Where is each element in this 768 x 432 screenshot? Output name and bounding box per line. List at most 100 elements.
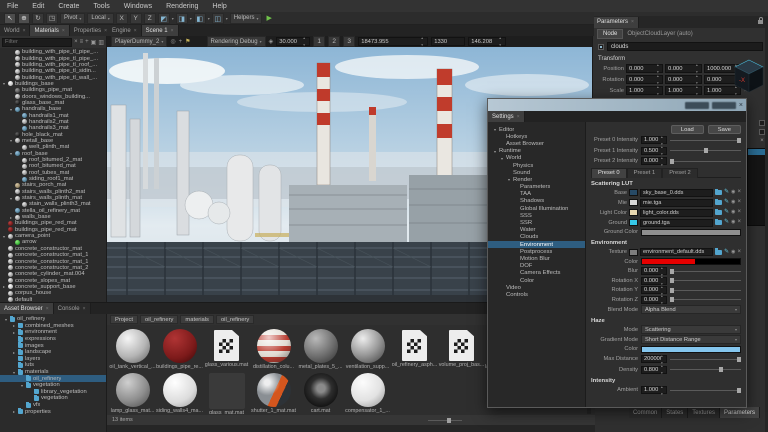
tree-caret-icon[interactable]: ▸ xyxy=(12,330,16,335)
folder-icon[interactable] xyxy=(715,210,722,215)
gradient-mode-select[interactable]: Short Distance Range▾ xyxy=(641,335,741,344)
clear-icon[interactable]: × xyxy=(737,189,741,196)
spinner-icon[interactable] xyxy=(661,355,665,363)
asset-tree-item[interactable]: oil_refinery xyxy=(0,375,106,382)
settings-tree-item[interactable]: Asset Browser xyxy=(488,140,585,147)
spinner-icon[interactable] xyxy=(661,147,665,155)
clear-icon[interactable]: × xyxy=(737,199,741,206)
asset-thumbnail[interactable]: buildings_pipe_re... xyxy=(156,327,203,371)
camera-focus-icon[interactable]: ◎ xyxy=(170,38,175,45)
panel-tab[interactable]: Properties× xyxy=(70,25,112,36)
asset-tree-item[interactable]: vfx xyxy=(0,402,106,409)
asset-tree-item[interactable]: layers xyxy=(0,356,106,363)
filter-input[interactable] xyxy=(2,38,72,47)
delete-material-icon[interactable]: ▥ xyxy=(98,39,104,46)
edit-icon[interactable]: ✎ xyxy=(724,199,729,206)
haze-mode-select[interactable]: Scattering▾ xyxy=(641,325,741,334)
asset-thumbnail[interactable]: shutter_1_mat.mat xyxy=(250,371,297,414)
settings-tree-item[interactable]: SSR xyxy=(488,219,585,226)
clear-icon[interactable]: × xyxy=(737,209,741,216)
tab-parameters[interactable]: Parameters× xyxy=(593,17,639,28)
asset-tree-item[interactable]: ▸ combined_meshes xyxy=(0,323,106,330)
folder-icon[interactable] xyxy=(715,200,722,205)
tree-caret-icon[interactable]: ▾ xyxy=(2,234,6,239)
slider-handle[interactable] xyxy=(704,148,708,153)
asset-tree-item[interactable]: luts xyxy=(0,362,106,369)
tree-caret-icon[interactable]: ▾ xyxy=(9,107,13,112)
close-icon[interactable]: × xyxy=(631,19,634,25)
asset-tree-item[interactable]: ▾ materials xyxy=(0,369,106,376)
slider[interactable] xyxy=(670,157,741,165)
edit-icon[interactable]: ✎ xyxy=(724,209,729,216)
menu-item[interactable]: Rendering xyxy=(159,3,205,10)
spinner-icon[interactable] xyxy=(661,296,665,304)
slider-value-field[interactable]: 0.000 xyxy=(641,157,667,165)
settings-titlebar[interactable]: × xyxy=(488,99,746,111)
preset-tab[interactable]: Preset 2 xyxy=(662,168,698,178)
clear-filter-icon[interactable]: × xyxy=(74,39,78,45)
close-icon[interactable]: × xyxy=(171,28,174,34)
rotate-tool-icon[interactable]: ↻ xyxy=(32,13,44,24)
menu-item[interactable]: Tools xyxy=(86,3,116,10)
save-button[interactable]: Save xyxy=(708,125,741,134)
asset-tree-item[interactable]: vegetation xyxy=(0,395,106,402)
settings-tree-item[interactable]: ▾ Runtime xyxy=(488,148,585,155)
slider[interactable] xyxy=(670,277,741,285)
settings-tree-item[interactable]: Clouds xyxy=(488,234,585,241)
slider[interactable] xyxy=(670,355,741,363)
breadcrumb-item[interactable]: Project xyxy=(110,315,138,324)
viewport-tab[interactable]: Scene 1× xyxy=(142,25,179,36)
clear-icon[interactable]: × xyxy=(760,138,764,145)
asset-thumbnail[interactable]: lamp_glass_mat... xyxy=(109,371,156,414)
snap-surface-icon[interactable]: ◩ xyxy=(158,13,170,24)
tab-node[interactable]: Node xyxy=(597,29,623,39)
tree-caret-icon[interactable]: ▸ xyxy=(12,409,16,414)
select-tool-icon[interactable]: ↖ xyxy=(4,13,16,24)
settings-tree-item[interactable]: Video xyxy=(488,284,585,291)
close-icon[interactable]: × xyxy=(62,28,65,34)
edit-icon[interactable]: ✎ xyxy=(724,249,729,256)
speed-preset-button[interactable]: 3 xyxy=(343,36,355,47)
asset-thumbnail[interactable]: glass_various.mat xyxy=(203,327,250,371)
snap-vertex-icon[interactable]: ◧ xyxy=(194,13,206,24)
speed-preset-button[interactable]: 1 xyxy=(313,36,325,47)
settings-tree-item[interactable]: Shadows xyxy=(488,198,585,205)
spinner-icon[interactable] xyxy=(661,157,665,165)
asset-thumbnail[interactable]: compensator_1_... xyxy=(344,371,391,414)
edit-icon[interactable]: ✎ xyxy=(724,219,729,226)
bottom-tab[interactable]: Asset Browser× xyxy=(0,303,54,314)
breadcrumb-item[interactable]: oil_refinery xyxy=(216,315,254,324)
material-tab[interactable]: Common xyxy=(629,407,662,418)
ground-color-swatch[interactable] xyxy=(641,229,741,236)
tree-caret-icon[interactable]: ▾ xyxy=(20,383,24,388)
slider-handle[interactable] xyxy=(670,269,674,274)
move-tool-icon[interactable]: ⊕ xyxy=(18,13,30,24)
scale-tool-icon[interactable]: ◳ xyxy=(46,13,58,24)
asset-thumbnail[interactable]: metal_plates_5_... xyxy=(297,327,344,371)
spinner-icon[interactable] xyxy=(696,87,700,95)
slider-value-field[interactable]: 0.000 xyxy=(641,267,667,275)
slider-value-field[interactable]: 0.800 xyxy=(641,366,667,374)
axis-button[interactable]: X xyxy=(116,13,128,24)
slider[interactable] xyxy=(670,136,741,144)
x-value-field[interactable]: 1.000 xyxy=(626,86,663,95)
slider-value-field[interactable]: 1.000 xyxy=(641,136,667,144)
menu-item[interactable]: Edit xyxy=(25,3,51,10)
spinner-icon[interactable] xyxy=(657,87,661,95)
folder-icon[interactable] xyxy=(715,220,722,225)
y-value-field[interactable]: 0.000 xyxy=(665,64,702,73)
spinner-icon[interactable] xyxy=(661,136,665,144)
view-icon[interactable]: ◉ xyxy=(731,249,735,256)
edit-icon[interactable]: ✎ xyxy=(724,189,729,196)
settings-tree-item[interactable]: ▾ World xyxy=(488,155,585,162)
tree-caret-icon[interactable]: ▾ xyxy=(9,138,13,143)
helpers-dropdown[interactable]: Helpers▾ xyxy=(230,13,263,24)
asset-thumbnail[interactable]: oil_refinery_asph... xyxy=(391,327,438,371)
folder-icon[interactable] xyxy=(715,250,722,255)
slider-value-field[interactable]: 200000. xyxy=(641,355,667,363)
x-value-field[interactable]: 0.000 xyxy=(626,75,663,84)
slider-handle[interactable] xyxy=(670,297,674,302)
texture-path-field[interactable]: sky_base_0.dds xyxy=(640,189,713,197)
view-icon[interactable]: ◉ xyxy=(731,199,735,206)
spinner-icon[interactable] xyxy=(661,277,665,285)
